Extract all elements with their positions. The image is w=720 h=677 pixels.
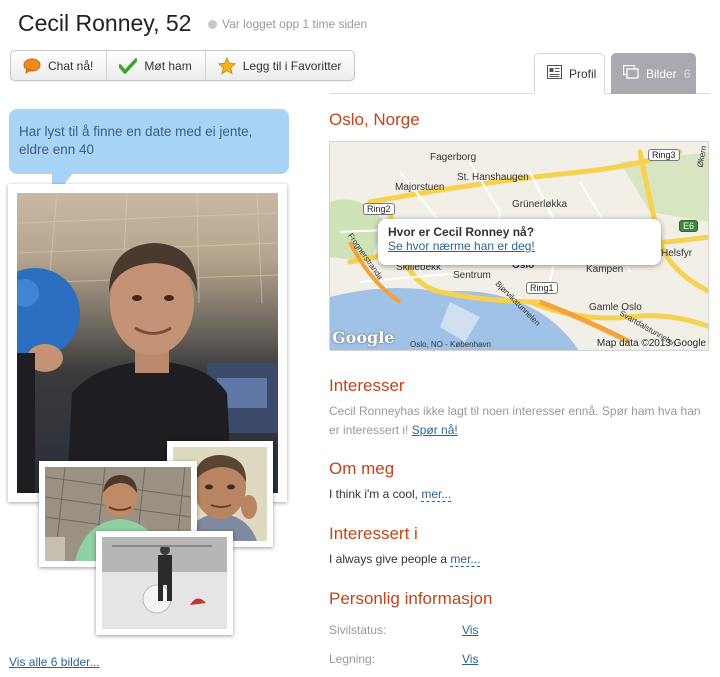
meet-button-label: Møt ham bbox=[144, 58, 192, 73]
thumbnail-3-image bbox=[102, 537, 227, 629]
interests-heading: Interesser bbox=[329, 376, 405, 395]
see-all-photos-link[interactable]: Vis alle 6 bilder... bbox=[9, 655, 100, 669]
favorite-button[interactable]: Legg til i Favoritter bbox=[206, 51, 355, 80]
map-label: Oslo, NO - København bbox=[410, 340, 491, 349]
map-label: Kampen bbox=[586, 264, 624, 275]
interests-body: Cecil Ronneyhas ikke lagt til noen inter… bbox=[329, 404, 701, 437]
photo-thumbnail-3[interactable] bbox=[96, 531, 233, 635]
map-label: St. Hanshaugen bbox=[457, 172, 529, 183]
tab-bilder-count: 6 bbox=[683, 66, 691, 81]
chat-button[interactable]: Chat nå! bbox=[11, 51, 108, 80]
about-heading: Om meg bbox=[329, 459, 395, 478]
star-icon bbox=[217, 56, 236, 75]
marital-status-value-link[interactable]: Vis bbox=[462, 623, 478, 637]
tab-profil[interactable]: Profil bbox=[534, 53, 605, 94]
profile-page: Cecil Ronney, 52 Var logget opp 1 time s… bbox=[0, 0, 720, 677]
about-text: I think i'm a cool, mer... bbox=[329, 487, 452, 502]
tab-bilder-label: Bilder bbox=[646, 66, 677, 81]
google-logo: Google bbox=[332, 328, 395, 347]
status-bubble: Har lyst til å finne en date med ei jent… bbox=[9, 109, 289, 174]
checkmark-icon bbox=[119, 57, 138, 75]
interested-in-text: I always give people a mer... bbox=[329, 552, 481, 567]
meet-button[interactable]: Møt ham bbox=[107, 51, 206, 80]
map-label: Fagerborg bbox=[430, 152, 477, 163]
road-shield: Ring2 bbox=[363, 203, 395, 215]
map-popup-link[interactable]: Se hvor nærme han er deg! bbox=[388, 239, 651, 253]
interested-in-more-link[interactable]: mer... bbox=[450, 552, 481, 567]
map-label: Majorstuen bbox=[395, 182, 445, 193]
map-copyright: Map data ©2013 Google bbox=[596, 338, 706, 349]
profile-title: Cecil Ronney, 52 bbox=[18, 10, 192, 36]
road-shield: E6 bbox=[679, 220, 699, 232]
road-shield: Ring1 bbox=[526, 282, 558, 294]
orientation-value-link[interactable]: Vis bbox=[462, 652, 478, 666]
road-shield: Ring3 bbox=[648, 149, 680, 161]
location-map[interactable]: Fagerborg St. Hanshaugen Majorstuen Grün… bbox=[329, 141, 709, 351]
status-bubble-text: Har lyst til å finne en date med ei jent… bbox=[19, 124, 253, 157]
location-heading: Oslo, Norge bbox=[329, 110, 420, 129]
online-status: Var logget opp 1 time siden bbox=[208, 17, 367, 31]
tab-profil-label: Profil bbox=[569, 66, 597, 81]
ask-now-link[interactable]: Spør nå! bbox=[412, 423, 458, 437]
action-bar: Chat nå! Møt ham Legg til i Favoritter bbox=[10, 50, 356, 81]
map-label: Gamle Oslo bbox=[589, 302, 642, 313]
profile-document-icon bbox=[547, 65, 562, 82]
map-popup-title: Hvor er Cecil Ronney nå? bbox=[388, 225, 535, 239]
map-label: Sentrum bbox=[453, 270, 491, 281]
map-label: Helsfyr bbox=[661, 248, 693, 259]
about-body: I think i'm a cool, bbox=[329, 487, 418, 501]
orientation-label: Legning: bbox=[329, 652, 376, 666]
personal-info-heading: Personlig informasjon bbox=[329, 589, 493, 608]
map-label: Grünerløkka bbox=[512, 199, 568, 210]
tab-bilder[interactable]: Bilder 6 bbox=[611, 53, 696, 94]
about-more-link[interactable]: mer... bbox=[421, 487, 452, 502]
interested-in-heading: Interessert i bbox=[329, 524, 418, 543]
favorite-button-label: Legg til i Favoritter bbox=[242, 58, 342, 73]
interested-in-body: I always give people a bbox=[329, 552, 448, 566]
chat-button-label: Chat nå! bbox=[48, 58, 94, 73]
chat-bubble-icon bbox=[23, 57, 41, 75]
interests-text: Cecil Ronneyhas ikke lagt til noen inter… bbox=[329, 402, 714, 440]
map-popup: Hvor er Cecil Ronney nå? Se hvor nærme h… bbox=[378, 219, 661, 265]
marital-status-label: Sivilstatus: bbox=[329, 623, 387, 637]
status-dot-icon bbox=[208, 19, 217, 29]
status-text: Var logget opp 1 time siden bbox=[222, 17, 368, 31]
pictures-icon bbox=[622, 64, 639, 82]
